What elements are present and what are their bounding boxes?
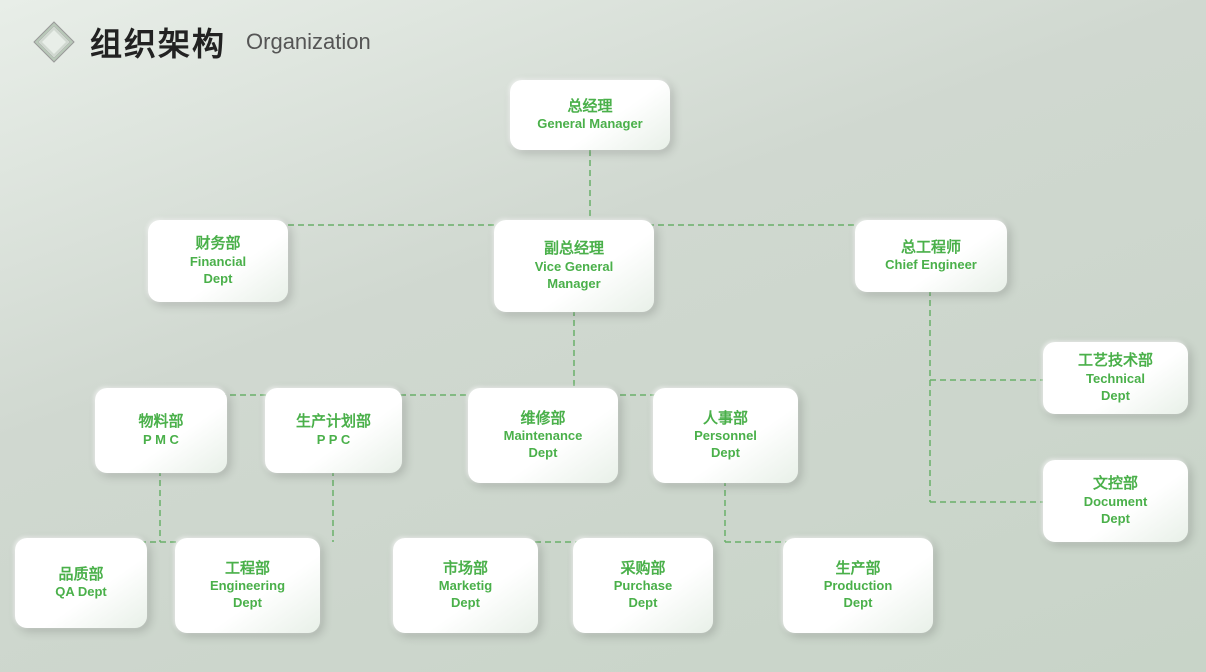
node-pmc: 物料部 P M C bbox=[95, 388, 227, 473]
node-general-manager: 总经理 General Manager bbox=[510, 80, 670, 150]
node-eng-en: EngineeringDept bbox=[210, 578, 285, 612]
node-pmc-zh: 物料部 bbox=[138, 412, 183, 432]
node-financial-en: FinancialDept bbox=[190, 254, 246, 288]
node-maintenance: 维修部 MaintenanceDept bbox=[468, 388, 618, 483]
node-ppc-zh: 生产计划部 bbox=[296, 412, 371, 432]
page-subtitle: Organization bbox=[246, 29, 371, 55]
node-vice-gm-en: Vice GeneralManager bbox=[535, 259, 614, 293]
node-prod-zh: 生产部 bbox=[835, 559, 880, 579]
node-production: 生产部 ProductionDept bbox=[783, 538, 933, 633]
node-qa: 品质部 QA Dept bbox=[15, 538, 147, 628]
node-chief-engineer: 总工程师 Chief Engineer bbox=[855, 220, 1007, 292]
node-ce-en: Chief Engineer bbox=[885, 257, 977, 274]
node-technical: 工艺技术部 TechnicalDept bbox=[1043, 342, 1188, 414]
node-ppc-en: P P C bbox=[317, 432, 350, 449]
node-document: 文控部 DocumentDept bbox=[1043, 460, 1188, 542]
page-title: 组织架构 bbox=[90, 19, 226, 65]
node-mkt-en: MarketigDept bbox=[439, 578, 492, 612]
node-ppc: 生产计划部 P P C bbox=[265, 388, 402, 473]
node-ce-zh: 总工程师 bbox=[901, 238, 961, 258]
node-doc-zh: 文控部 bbox=[1093, 474, 1138, 494]
node-pur-zh: 采购部 bbox=[620, 559, 665, 579]
node-pers-zh: 人事部 bbox=[703, 409, 748, 429]
node-eng-zh: 工程部 bbox=[225, 559, 270, 579]
node-doc-en: DocumentDept bbox=[1084, 494, 1148, 528]
node-purchase: 采购部 PurchaseDept bbox=[573, 538, 713, 633]
node-maint-en: MaintenanceDept bbox=[504, 428, 583, 462]
node-vice-gm-zh: 副总经理 bbox=[544, 239, 604, 259]
node-gm-en: General Manager bbox=[537, 116, 643, 133]
node-marketing: 市场部 MarketigDept bbox=[393, 538, 538, 633]
node-personnel: 人事部 PersonnelDept bbox=[653, 388, 798, 483]
node-maint-zh: 维修部 bbox=[520, 409, 565, 429]
node-pmc-en: P M C bbox=[143, 432, 179, 449]
node-financial-zh: 财务部 bbox=[195, 234, 240, 254]
node-qa-en: QA Dept bbox=[55, 584, 107, 601]
diamond-icon bbox=[30, 18, 78, 66]
node-engineering: 工程部 EngineeringDept bbox=[175, 538, 320, 633]
node-prod-en: ProductionDept bbox=[824, 578, 893, 612]
node-tech-en: TechnicalDept bbox=[1086, 371, 1145, 405]
node-pers-en: PersonnelDept bbox=[694, 428, 757, 462]
node-pur-en: PurchaseDept bbox=[614, 578, 673, 612]
node-mkt-zh: 市场部 bbox=[443, 559, 488, 579]
node-financial: 财务部 FinancialDept bbox=[148, 220, 288, 302]
org-chart: 总经理 General Manager 财务部 FinancialDept 副总… bbox=[0, 70, 1206, 670]
node-vice-gm: 副总经理 Vice GeneralManager bbox=[494, 220, 654, 312]
node-gm-zh: 总经理 bbox=[567, 97, 612, 117]
node-qa-zh: 品质部 bbox=[58, 565, 103, 585]
node-tech-zh: 工艺技术部 bbox=[1078, 351, 1153, 371]
